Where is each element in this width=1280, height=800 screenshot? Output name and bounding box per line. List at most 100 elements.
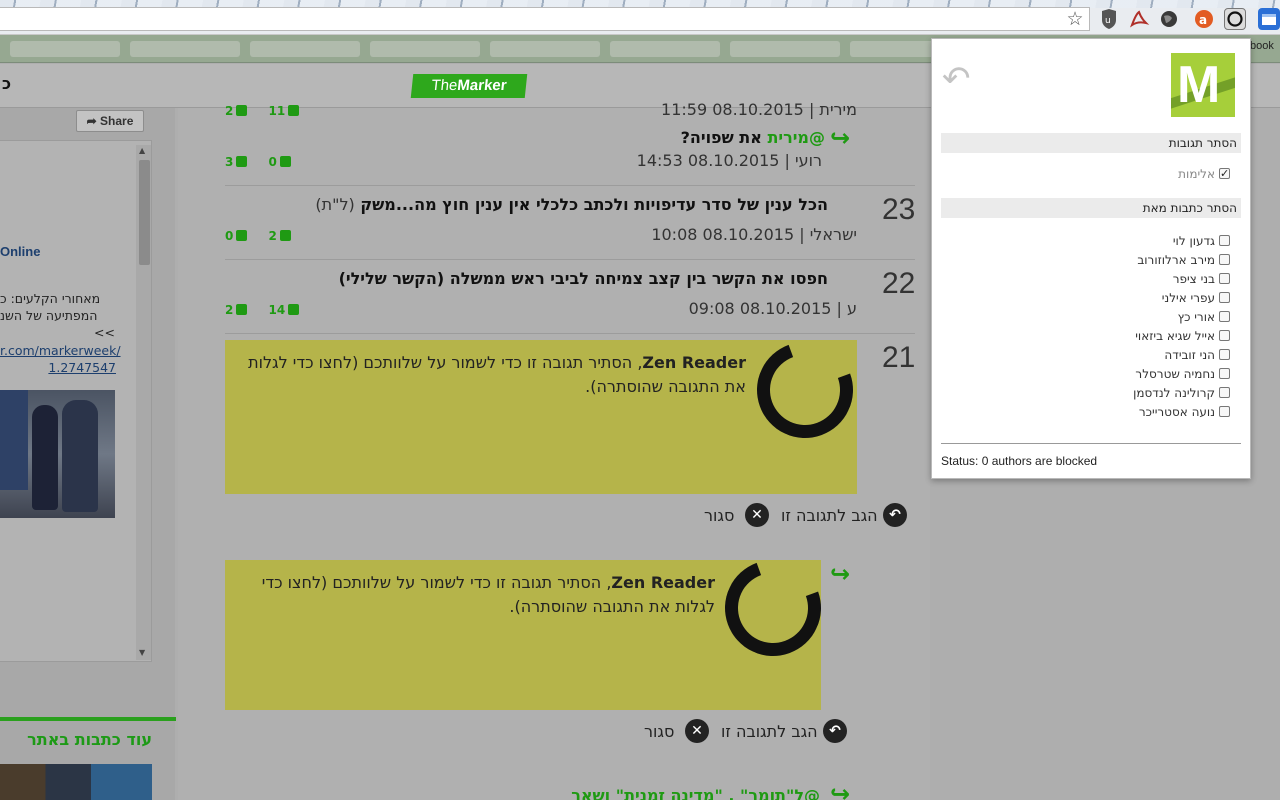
violence-option[interactable]: אלימות [1178, 165, 1230, 183]
bookmark-item[interactable] [250, 41, 360, 57]
status-line: Status: 0 authors are blocked [941, 454, 1098, 468]
author-checkbox[interactable] [1219, 311, 1230, 322]
post-link-line: r.com/markerweek/ [0, 343, 121, 358]
hide-authors-header: הסתר כתבות מאת [941, 198, 1241, 218]
violence-checkbox[interactable] [1219, 165, 1230, 183]
author-label: נחמיה שטרסלר [1135, 367, 1215, 381]
comment-title[interactable]: חפסו את הקשר בין קצב צמיחה לביבי ראש ממש… [339, 269, 828, 288]
window-extension-icon[interactable] [1258, 8, 1280, 30]
author-label: קרולינה לנדסמן [1133, 386, 1215, 400]
author-option[interactable]: עפרי אילני [1162, 289, 1230, 307]
comment-votes[interactable]: 2 11 [225, 104, 302, 118]
bookmark-item[interactable] [370, 41, 480, 57]
comment-mention[interactable]: @מירית [767, 128, 825, 147]
author-option[interactable]: גדעון לוי [1173, 232, 1230, 250]
share-label: Share [100, 114, 134, 128]
author-option[interactable]: נועה אסטרייכר [1139, 403, 1230, 421]
author-option[interactable]: אייל שגיא ביזאוי [1135, 327, 1230, 345]
author-checkbox[interactable] [1219, 235, 1230, 246]
option-label: אלימות [1178, 167, 1215, 181]
facebook-share-button[interactable]: ➦ Share [76, 110, 144, 132]
author-label: נועה אסטרייכר [1138, 405, 1215, 419]
thumbs-down-icon[interactable] [236, 105, 248, 116]
author-checkbox[interactable] [1219, 387, 1230, 398]
article-thumbnails[interactable] [0, 764, 152, 800]
bookmark-item[interactable] [730, 41, 840, 57]
close-button-label[interactable]: סגור [644, 722, 674, 741]
header-partial-text: כ [2, 74, 12, 93]
hidden-comment-text[interactable]: Zen Reader, הסתיר תגובה זו כדי לשמור על … [238, 571, 715, 619]
orange-extension-icon[interactable]: a [1193, 8, 1215, 30]
close-button-label[interactable]: סגור [704, 506, 734, 525]
comment-votes[interactable]: 2 14 [225, 303, 302, 317]
comment-votes[interactable]: 0 2 [225, 229, 294, 243]
back-arrow-icon[interactable]: ↶ [942, 59, 971, 99]
thumbs-up-icon[interactable] [279, 230, 291, 241]
author-option[interactable]: מירב ארלוזורוב [1137, 251, 1230, 269]
comment-meta: ישראלי | 08.10.2015 10:08 [651, 225, 857, 244]
author-checkbox[interactable] [1219, 254, 1230, 265]
author-option[interactable]: נחמיה שטרסלר [1135, 365, 1230, 383]
comment-votes[interactable]: 3 0 [225, 155, 294, 169]
bookmark-item[interactable] [10, 41, 120, 57]
comment-title[interactable]: @מירית את שפויה? [681, 128, 825, 147]
bookmark-item[interactable] [610, 41, 720, 57]
scroll-up-arrow-icon[interactable]: ▲ [139, 146, 145, 155]
author-checkbox[interactable] [1219, 368, 1230, 379]
author-checkbox[interactable] [1219, 330, 1230, 341]
author-label: בני ציפר [1172, 272, 1215, 286]
comment-meta: ע | 08.10.2015 09:08 [688, 299, 857, 318]
reply-button-label[interactable]: הגב לתגובה זו [721, 722, 818, 741]
author-option[interactable]: בני ציפר [1173, 270, 1230, 288]
comment-title[interactable]: הכל ענין של סדר עדיפויות ולכתב כלכלי אין… [315, 195, 828, 214]
zen-reader-name: Zen Reader [642, 353, 746, 372]
close-button-icon[interactable]: ✕ [685, 719, 709, 743]
comment-title-text: הכל ענין של סדר עדיפויות ולכתב כלכלי אין… [360, 195, 828, 214]
author-checkbox[interactable] [1219, 406, 1230, 417]
facebook-post-photo[interactable] [0, 390, 115, 518]
dislike-count: 3 [225, 155, 234, 169]
ublock-extension-icon[interactable]: u [1098, 8, 1120, 30]
comment-title[interactable]: @ל"תומר" , "מדינה זמנית" ושאר [571, 786, 820, 800]
dislike-count: 2 [225, 104, 234, 118]
author-checkbox[interactable] [1219, 292, 1230, 303]
thumbs-up-icon[interactable] [288, 105, 300, 116]
close-button-icon[interactable]: ✕ [745, 503, 769, 527]
logo-text-bold: Marker [456, 77, 508, 94]
facebook-post-link[interactable]: r.com/markerweek/ 1.2747547 [0, 342, 121, 376]
author-option[interactable]: הני זובידה [1164, 346, 1230, 364]
author-checkbox[interactable] [1219, 349, 1230, 360]
themarker-m-logo: M [1171, 53, 1235, 117]
zen-reader-extension-icon[interactable] [1224, 8, 1246, 30]
bookmark-label[interactable]: book [1250, 40, 1274, 52]
thumbs-up-icon[interactable] [288, 304, 300, 315]
pdf-extension-icon[interactable] [1128, 8, 1150, 30]
bookmark-item[interactable] [490, 41, 600, 57]
author-option[interactable]: קרולינה לנדסמן [1133, 384, 1230, 402]
scroll-down-arrow-icon[interactable]: ▼ [139, 648, 145, 657]
author-label: גדעון לוי [1172, 234, 1215, 248]
thumbs-down-icon[interactable] [236, 156, 248, 167]
globe-extension-icon[interactable] [1158, 8, 1180, 30]
zen-reader-name: Zen Reader [611, 573, 715, 592]
facebook-page-name[interactable]: Online [0, 244, 40, 259]
zen-reader-popup: ↶ M הסתר תגובות אלימות הסתר כתבות מאת גד… [931, 38, 1251, 479]
thumbs-up-icon[interactable] [279, 156, 291, 167]
address-bar[interactable] [0, 7, 1090, 31]
svg-text:u: u [1105, 16, 1111, 26]
hidden-comment-text[interactable]: Zen Reader, הסתיר תגובה זו כדי לשמור על … [240, 351, 746, 399]
author-option[interactable]: אורי כץ [1178, 308, 1230, 326]
facebook-post-text: מאחורי הקלעים: כ המפתיעה של השנ >> [0, 290, 115, 341]
reply-button-icon[interactable]: ↶ [823, 719, 847, 743]
reply-button-icon[interactable]: ↶ [883, 503, 907, 527]
thumbs-down-icon[interactable] [236, 230, 248, 241]
comment-meta: מירית | 08.10.2015 11:59 [661, 100, 857, 119]
widget-scroll-thumb[interactable] [139, 160, 150, 265]
bookmark-item[interactable] [130, 41, 240, 57]
bookmark-star-icon[interactable]: ☆ [1064, 8, 1086, 30]
reply-button-label[interactable]: הגב לתגובה זו [781, 506, 878, 525]
themarker-logo[interactable]: TheMarker [410, 74, 528, 98]
comment-divider [225, 185, 915, 186]
author-checkbox[interactable] [1219, 273, 1230, 284]
thumbs-down-icon[interactable] [236, 304, 248, 315]
